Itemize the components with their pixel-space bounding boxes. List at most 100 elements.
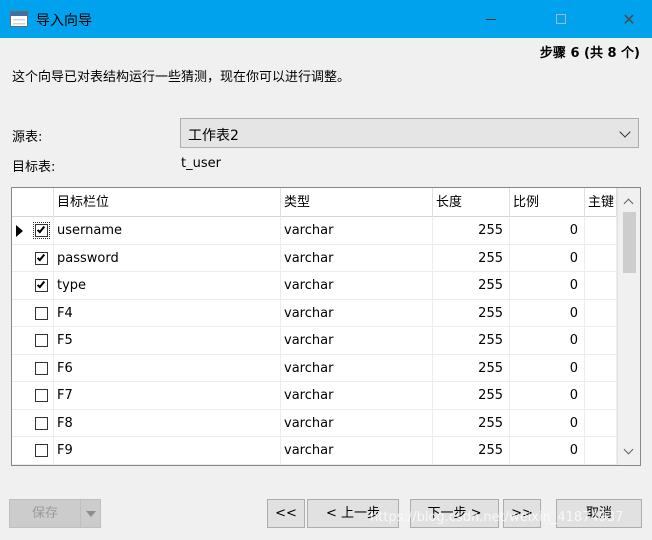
row-selector-cell[interactable] xyxy=(12,382,54,409)
field-primary-key-cell[interactable] xyxy=(585,299,617,327)
maximize-button[interactable] xyxy=(538,0,584,38)
row-checkbox[interactable] xyxy=(35,444,48,457)
minimize-button[interactable] xyxy=(468,0,514,38)
field-primary-key-cell[interactable] xyxy=(585,244,617,272)
target-table-value: t_user xyxy=(181,156,221,171)
field-scale-cell[interactable]: 0 xyxy=(510,354,585,382)
field-name-cell[interactable]: password xyxy=(54,244,281,272)
field-length-cell[interactable]: 255 xyxy=(433,382,510,409)
checkmark-icon xyxy=(36,252,46,261)
field-length-cell[interactable]: 255 xyxy=(433,272,510,299)
table-row[interactable]: type varchar 255 0 xyxy=(12,272,617,300)
scroll-up-icon[interactable] xyxy=(623,198,634,209)
row-checkbox[interactable] xyxy=(35,279,48,292)
checkmark-icon xyxy=(36,224,46,234)
field-name-cell[interactable]: type xyxy=(54,272,281,299)
field-scale-cell[interactable]: 0 xyxy=(510,382,585,409)
app-icon xyxy=(10,11,28,27)
row-checkbox[interactable] xyxy=(35,416,48,430)
field-type-cell[interactable]: varchar xyxy=(281,272,433,299)
table-row[interactable]: F8 varchar 255 0 xyxy=(12,409,617,437)
current-row-indicator-icon xyxy=(16,225,23,237)
row-selector-cell[interactable] xyxy=(12,217,54,244)
title-bar: 导入向导 ✕ xyxy=(0,0,652,38)
field-primary-key-cell[interactable] xyxy=(585,327,617,354)
field-name-cell[interactable]: F5 xyxy=(54,327,281,354)
header-scale[interactable]: 比例 xyxy=(510,188,585,217)
table-row[interactable]: F7 varchar 255 0 xyxy=(12,382,617,410)
field-primary-key-cell[interactable] xyxy=(585,382,617,409)
field-name-cell[interactable]: F4 xyxy=(54,299,281,327)
row-checkbox[interactable] xyxy=(35,389,48,402)
field-name-cell[interactable]: F7 xyxy=(54,382,281,409)
table-row[interactable]: password varchar 255 0 xyxy=(12,244,617,272)
field-name-cell[interactable]: username xyxy=(54,217,281,244)
table-row[interactable]: F9 varchar 255 0 xyxy=(12,437,617,465)
vertical-scrollbar[interactable] xyxy=(617,188,640,465)
field-name-cell[interactable]: F6 xyxy=(54,354,281,382)
row-checkbox[interactable] xyxy=(35,251,48,265)
field-name-cell[interactable]: F9 xyxy=(54,437,281,464)
target-table-label: 目标表: xyxy=(12,160,56,175)
field-primary-key-cell[interactable] xyxy=(585,217,617,244)
field-scale-cell[interactable]: 0 xyxy=(510,409,585,437)
field-scale-cell[interactable]: 0 xyxy=(510,244,585,272)
scrollbar-thumb[interactable] xyxy=(623,212,636,273)
scroll-down-icon[interactable] xyxy=(623,444,634,455)
row-selector-cell[interactable] xyxy=(12,272,54,299)
save-dropdown-button[interactable] xyxy=(80,499,101,528)
row-selector-cell[interactable] xyxy=(12,409,54,437)
table-row[interactable]: F6 varchar 255 0 xyxy=(12,354,617,382)
field-primary-key-cell[interactable] xyxy=(585,409,617,437)
first-step-button[interactable]: << xyxy=(267,499,305,528)
row-checkbox[interactable] xyxy=(35,361,48,375)
row-selector-cell[interactable] xyxy=(12,354,54,382)
field-length-cell[interactable]: 255 xyxy=(433,409,510,437)
row-selector-cell[interactable] xyxy=(12,437,54,464)
table-row[interactable]: F5 varchar 255 0 xyxy=(12,327,617,355)
header-indicator xyxy=(12,188,54,217)
field-type-cell[interactable]: varchar xyxy=(281,244,433,272)
field-length-cell[interactable]: 255 xyxy=(433,217,510,244)
field-scale-cell[interactable]: 0 xyxy=(510,272,585,299)
header-target-field[interactable]: 目标栏位 xyxy=(54,188,281,217)
field-primary-key-cell[interactable] xyxy=(585,354,617,382)
field-length-cell[interactable]: 255 xyxy=(433,437,510,464)
field-primary-key-cell[interactable] xyxy=(585,437,617,464)
row-selector-cell[interactable] xyxy=(12,299,54,327)
table-row[interactable]: username varchar 255 0 xyxy=(12,217,617,245)
row-checkbox[interactable] xyxy=(35,306,48,320)
row-selector-cell[interactable] xyxy=(12,244,54,272)
field-length-cell[interactable]: 255 xyxy=(433,299,510,327)
field-type-cell[interactable]: varchar xyxy=(281,437,433,464)
field-type-cell[interactable]: varchar xyxy=(281,327,433,354)
row-checkbox[interactable] xyxy=(35,334,48,347)
header-type[interactable]: 类型 xyxy=(281,188,433,217)
field-length-cell[interactable]: 255 xyxy=(433,244,510,272)
header-primary-key[interactable]: 主键 xyxy=(585,188,617,217)
field-length-cell[interactable]: 255 xyxy=(433,327,510,354)
field-type-cell[interactable]: varchar xyxy=(281,299,433,327)
source-table-select[interactable]: 工作表2 xyxy=(180,118,639,148)
field-scale-cell[interactable]: 0 xyxy=(510,437,585,464)
field-scale-cell[interactable]: 0 xyxy=(510,217,585,244)
field-scale-cell[interactable]: 0 xyxy=(510,327,585,354)
field-type-cell[interactable]: varchar xyxy=(281,217,433,244)
minimize-icon xyxy=(486,18,496,20)
row-checkbox[interactable] xyxy=(33,222,50,239)
field-length-cell[interactable]: 255 xyxy=(433,354,510,382)
row-selector-cell[interactable] xyxy=(12,327,54,354)
field-primary-key-cell[interactable] xyxy=(585,272,617,299)
close-button[interactable]: ✕ xyxy=(606,0,652,38)
field-type-cell[interactable]: varchar xyxy=(281,382,433,409)
save-button[interactable]: 保存 xyxy=(9,499,81,528)
table-row[interactable]: F4 varchar 255 0 xyxy=(12,299,617,327)
header-length[interactable]: 长度 xyxy=(433,188,510,217)
watermark-text: https://blog.csdn.net/weixin_41874937 xyxy=(370,510,624,525)
field-type-cell[interactable]: varchar xyxy=(281,354,433,382)
step-indicator: 步骤 6 (共 8 个) xyxy=(539,46,640,61)
field-name-cell[interactable]: F8 xyxy=(54,409,281,437)
field-type-cell[interactable]: varchar xyxy=(281,409,433,437)
field-scale-cell[interactable]: 0 xyxy=(510,299,585,327)
close-icon: ✕ xyxy=(622,9,636,29)
